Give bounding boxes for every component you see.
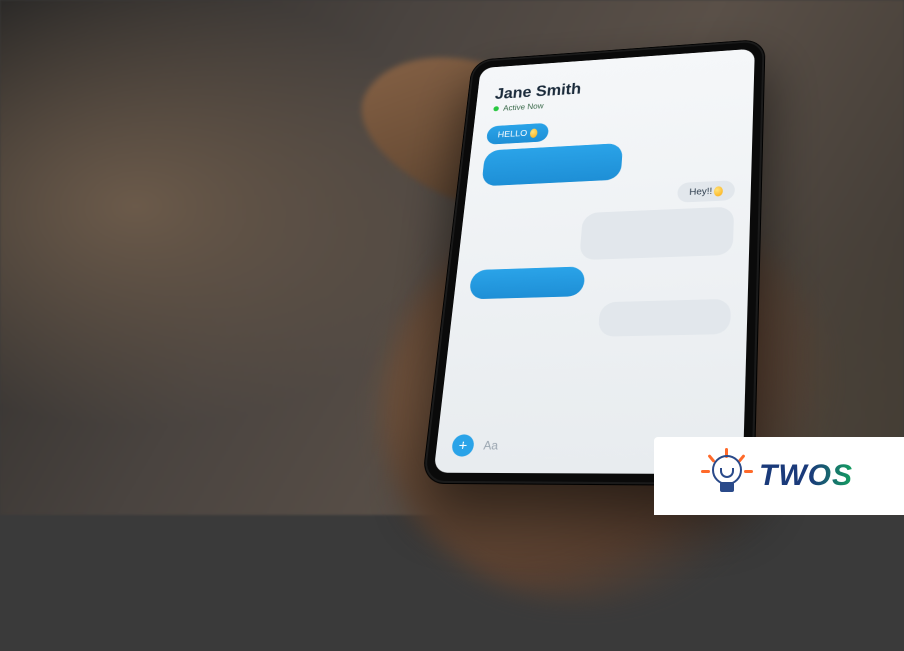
status-text: Active Now: [503, 102, 544, 113]
message-text: HELLO: [497, 128, 528, 141]
message-bubble-sent[interactable]: HELLO: [486, 123, 549, 145]
chat-screen: Jane Smith Active Now HELLO Hey!!: [434, 49, 755, 475]
watermark-badge: TWOS: [654, 437, 904, 515]
message-bubble-received[interactable]: [579, 207, 734, 261]
message-bubble-received[interactable]: [598, 299, 731, 337]
message-bubble-sent[interactable]: [469, 266, 586, 299]
message-bubble-received[interactable]: Hey!!: [677, 180, 735, 202]
smile-emoji-icon: [529, 128, 537, 138]
online-dot-icon: [493, 106, 499, 111]
watermark-brand: TWOS: [759, 459, 853, 493]
smile-emoji-icon: [714, 186, 723, 196]
phone-frame: Jane Smith Active Now HELLO Hey!!: [423, 40, 765, 485]
message-bubble-sent[interactable]: [481, 143, 623, 186]
lightbulb-icon: [705, 454, 749, 498]
message-list[interactable]: HELLO Hey!!: [439, 105, 753, 424]
phone-mockup: Jane Smith Active Now HELLO Hey!!: [423, 40, 765, 485]
message-text: Hey!!: [689, 185, 713, 198]
add-attachment-button[interactable]: +: [451, 434, 475, 456]
plus-icon: +: [458, 438, 468, 453]
